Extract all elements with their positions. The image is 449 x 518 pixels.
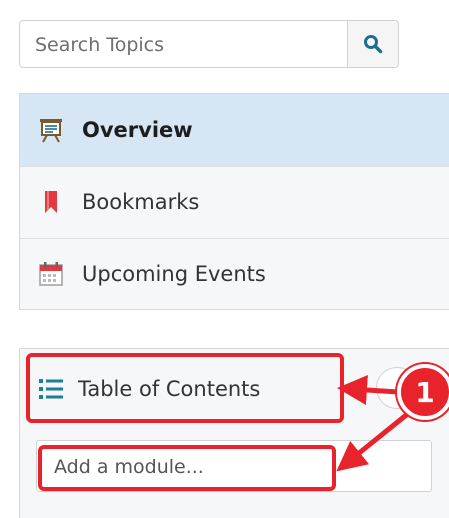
presentation-board-icon [38, 117, 64, 143]
nav-item-upcoming-events[interactable]: Upcoming Events [20, 238, 449, 310]
nav-item-label: Overview [82, 118, 193, 142]
magnifier-icon [364, 35, 383, 54]
nav-item-overview[interactable]: Overview [20, 94, 449, 167]
toc-highlight-box [26, 353, 344, 423]
nav-item-label: Upcoming Events [82, 262, 266, 286]
nav-item-label: Bookmarks [82, 190, 200, 214]
bookmark-icon [38, 189, 64, 215]
module-highlight-box [38, 445, 336, 491]
search-button[interactable] [347, 21, 398, 67]
calendar-icon [38, 261, 64, 287]
callout-badge: 1 [397, 364, 449, 420]
search-input[interactable] [20, 21, 367, 69]
nav-item-bookmarks[interactable]: Bookmarks [20, 166, 449, 239]
search-box [19, 20, 399, 69]
nav-list: Overview Bookmarks Upcoming Events [19, 93, 449, 310]
callout-number: 1 [415, 375, 435, 409]
